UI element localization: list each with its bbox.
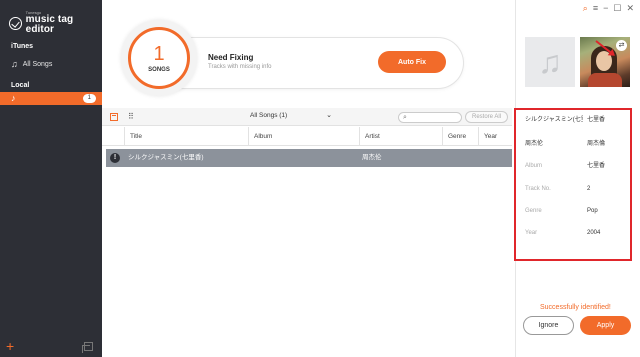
song-filter-value: All Songs (1): [250, 112, 288, 119]
sidebar-item-all-songs[interactable]: ♫ All Songs: [0, 58, 102, 71]
section-label-itunes: iTunes: [11, 43, 34, 50]
list-view-icon[interactable]: [110, 113, 118, 121]
detail-value[interactable]: 2004: [587, 227, 600, 239]
detail-key: Year: [525, 230, 538, 236]
menu-icon[interactable]: ≡: [593, 4, 598, 13]
sidebar-item-label: All Songs: [22, 61, 53, 68]
detail-value[interactable]: 2: [587, 183, 590, 195]
search-icon[interactable]: ⌕: [583, 4, 588, 13]
album-cover-image[interactable]: ⇄: [580, 37, 630, 87]
apply-button[interactable]: Apply: [580, 316, 631, 335]
count-badge: 1: [82, 94, 96, 103]
window-controls: ⌕ ≡ − ☐ ✕: [583, 4, 634, 13]
detail-row: シルクジャスミン(七里 七里香: [525, 114, 629, 126]
song-toolbar: ⠿ All Songs (1) ⌄ ⌕ Restore All: [102, 108, 512, 126]
sidebar-item-local[interactable]: ♪ 1: [0, 92, 102, 105]
brand: Tunesgo music tag editor: [9, 11, 102, 35]
songs-counter: 1 SONGS: [128, 27, 190, 89]
close-icon[interactable]: ✕: [626, 4, 634, 13]
identified-info-box: シルクジャスミン(七里 七里香 周杰伦 周杰倫 Album 七里香 Track …: [514, 108, 632, 261]
detail-key: シルクジャスミン(七里: [525, 117, 583, 123]
swap-cover-icon[interactable]: ⇄: [616, 40, 627, 51]
row-artist: 周杰伦: [362, 154, 382, 161]
need-fixing-subtitle: Tracks with missing info: [208, 64, 272, 70]
detail-key: Track No.: [525, 186, 551, 192]
minimize-icon[interactable]: −: [603, 4, 608, 13]
warning-icon: !: [110, 153, 120, 163]
need-fixing-title: Need Fixing: [208, 53, 254, 62]
column-header-album[interactable]: Album: [248, 127, 359, 146]
detail-row: Genre Pop: [525, 205, 629, 217]
music-note-icon: ♪: [11, 93, 16, 103]
detail-value[interactable]: 七里香: [587, 114, 605, 126]
detail-row: Album 七里香: [525, 160, 629, 172]
table-row[interactable]: ! シルクジャスミン(七里香) 周杰伦: [106, 149, 512, 167]
detail-value[interactable]: 周杰倫: [587, 138, 605, 150]
ignore-button[interactable]: Ignore: [523, 316, 574, 335]
chevron-down-icon: ⌄: [326, 112, 332, 119]
detail-row: 周杰伦 周杰倫: [525, 138, 629, 150]
column-header-artist[interactable]: Artist: [359, 127, 442, 146]
detail-value[interactable]: 七里香: [587, 160, 605, 172]
column-header-year[interactable]: Year: [478, 127, 512, 146]
table-header: Title Album Artist Genre Year: [102, 127, 512, 146]
search-input[interactable]: [411, 113, 459, 122]
detail-row: Track No. 2: [525, 183, 629, 195]
songs-count: 1: [153, 42, 165, 65]
top-bar: ⌕ ≡ − ☐ ✕: [102, 0, 640, 20]
restore-all-button[interactable]: Restore All: [465, 111, 508, 123]
maximize-icon[interactable]: ☐: [613, 4, 621, 13]
detail-value[interactable]: Pop: [587, 205, 598, 217]
column-header-title[interactable]: Title: [124, 127, 248, 146]
detail-key: Album: [525, 163, 543, 169]
add-icon[interactable]: +: [6, 339, 14, 353]
brand-name: music tag editor: [25, 14, 74, 35]
detail-key: 周杰伦: [525, 141, 544, 147]
music-note-icon: ♫: [11, 59, 18, 69]
sidebar: Tunesgo music tag editor iTunes ♫ All So…: [0, 0, 102, 357]
row-title: シルクジャスミン(七里香): [128, 154, 204, 161]
songs-count-label: SONGS: [148, 66, 170, 73]
identified-status: Successfully identified!: [540, 304, 611, 311]
app-logo-icon: [9, 16, 22, 30]
search-icon: ⌕: [403, 114, 407, 121]
search-box[interactable]: ⌕: [398, 112, 462, 123]
default-cover-music-icon: ♫: [525, 37, 575, 87]
copy-icon[interactable]: [82, 342, 93, 353]
column-header-genre[interactable]: Genre: [442, 127, 478, 146]
grid-view-icon[interactable]: ⠿: [128, 113, 134, 121]
section-label-local: Local: [11, 82, 30, 89]
auto-fix-button[interactable]: Auto Fix: [378, 51, 446, 73]
song-filter-dropdown[interactable]: All Songs (1) ⌄: [250, 112, 332, 122]
detail-row: Year 2004: [525, 227, 629, 239]
detail-key: Genre: [525, 208, 542, 214]
